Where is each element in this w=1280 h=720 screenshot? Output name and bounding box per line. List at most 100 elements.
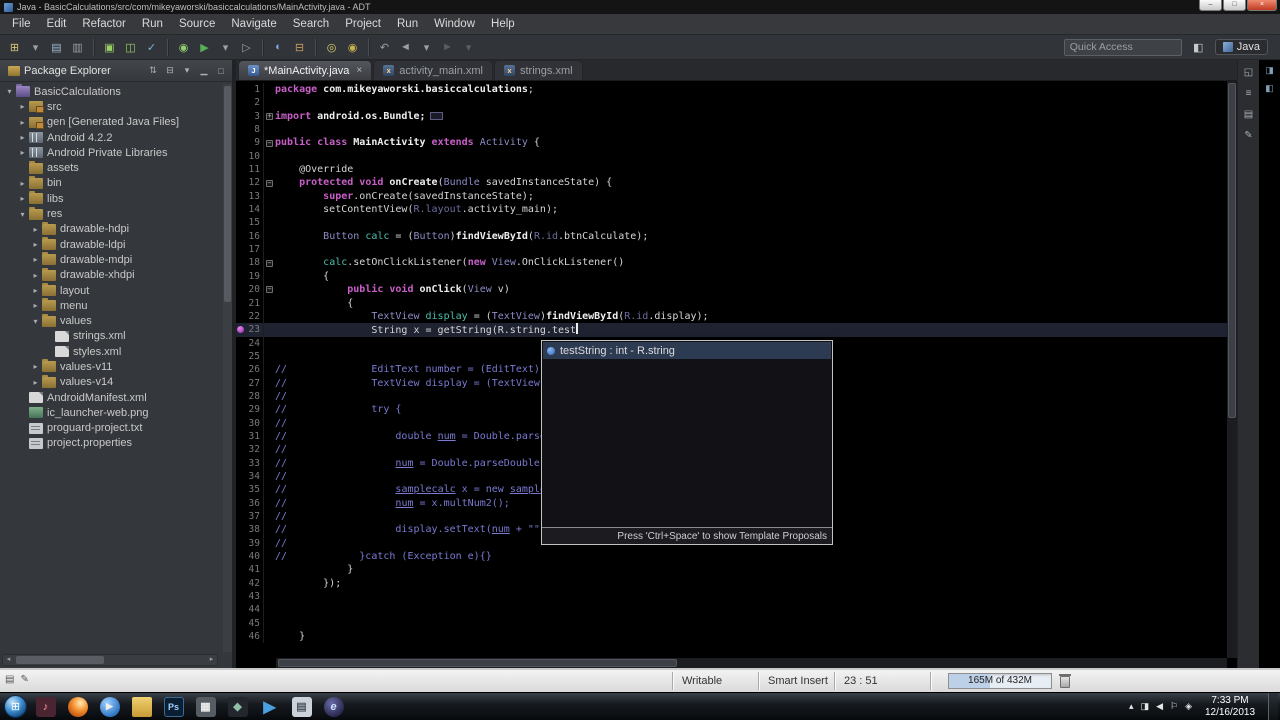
focus-icon[interactable]: ⇅ bbox=[146, 64, 160, 78]
fold-margin[interactable] bbox=[264, 523, 275, 536]
breakpoint-margin[interactable] bbox=[236, 190, 245, 203]
breakpoint-margin[interactable] bbox=[236, 150, 245, 163]
fold-margin[interactable]: − bbox=[264, 283, 275, 296]
breakpoint-margin[interactable] bbox=[236, 563, 245, 576]
fold-margin[interactable] bbox=[264, 323, 275, 336]
fold-expanded-icon[interactable]: − bbox=[266, 259, 273, 267]
fold-margin[interactable] bbox=[264, 190, 275, 203]
search-icon[interactable]: ◉ bbox=[343, 38, 362, 57]
breakpoint-margin[interactable] bbox=[236, 510, 245, 523]
fold-margin[interactable] bbox=[264, 363, 275, 376]
breakpoint-margin[interactable] bbox=[236, 230, 245, 243]
quick-access-input[interactable]: Quick Access bbox=[1063, 38, 1182, 56]
taskbar-folder-icon[interactable] bbox=[129, 695, 154, 719]
menu-help[interactable]: Help bbox=[483, 14, 523, 34]
fold-margin[interactable] bbox=[264, 377, 275, 390]
fold-margin[interactable] bbox=[264, 430, 275, 443]
fold-margin[interactable] bbox=[264, 163, 275, 176]
package-explorer-vscrollbar[interactable] bbox=[223, 84, 232, 652]
menu-refactor[interactable]: Refactor bbox=[74, 14, 133, 34]
editor-vscrollbar[interactable] bbox=[1227, 81, 1237, 658]
fold-margin[interactable] bbox=[264, 617, 275, 630]
templates-view-icon[interactable]: ✎ bbox=[1241, 128, 1256, 143]
start-button[interactable]: ⊞ bbox=[4, 695, 27, 718]
code-line-text[interactable]: String x = getString(R.string.test bbox=[275, 323, 1227, 336]
tree-collapsed-arrow-icon[interactable]: ▸ bbox=[17, 133, 28, 142]
code-line-text[interactable] bbox=[275, 96, 1227, 109]
code-line-text[interactable]: { bbox=[275, 270, 1227, 283]
split-editor-icon[interactable]: ◧ bbox=[1263, 82, 1276, 95]
new-class-icon[interactable]: ◐ bbox=[269, 38, 288, 57]
network-icon[interactable]: ◨ bbox=[1141, 701, 1150, 712]
tree-collapsed-arrow-icon[interactable]: ▸ bbox=[30, 378, 41, 387]
tree-item-drawable-xhdpi[interactable]: ▸ drawable-xhdpi bbox=[0, 267, 222, 283]
task-list-icon[interactable]: ▤ bbox=[1241, 107, 1256, 122]
run-icon[interactable]: ▶ bbox=[195, 38, 214, 57]
scroll-left-icon[interactable]: ◂ bbox=[3, 655, 14, 665]
menu-file[interactable]: File bbox=[4, 14, 39, 34]
breakpoint-margin[interactable] bbox=[236, 350, 245, 363]
tree-item-project-properties[interactable]: project.properties bbox=[0, 436, 222, 451]
open-perspective-icon[interactable]: ◧ bbox=[1189, 38, 1208, 57]
fold-margin[interactable] bbox=[264, 497, 275, 510]
taskbar-notes-icon[interactable]: ▤ bbox=[289, 695, 314, 719]
taskbar-clock[interactable]: 7:33 PM 12/16/2013 bbox=[1199, 695, 1261, 719]
tree-item-src[interactable]: ▸ src bbox=[0, 99, 222, 114]
open-element-icon[interactable]: ◎ bbox=[322, 38, 341, 57]
android-sdk-manager-icon[interactable]: ▣ bbox=[100, 38, 119, 57]
tab-close-icon[interactable]: × bbox=[356, 65, 362, 76]
breakpoint-margin[interactable] bbox=[236, 443, 245, 456]
menu-project[interactable]: Project bbox=[337, 14, 389, 34]
menu-edit[interactable]: Edit bbox=[39, 14, 75, 34]
fold-margin[interactable]: − bbox=[264, 176, 275, 189]
breakpoint-margin[interactable] bbox=[236, 176, 245, 189]
editor-hscrollbar[interactable] bbox=[276, 658, 1227, 668]
view-menu-icon[interactable]: ▾ bbox=[180, 64, 194, 78]
taskbar-tools-icon[interactable]: ▦ bbox=[193, 695, 218, 719]
code-line-text[interactable]: }); bbox=[275, 577, 1227, 590]
menu-run[interactable]: Run bbox=[389, 14, 426, 34]
collapsed-region-icon[interactable] bbox=[429, 111, 443, 120]
maximize-view-icon[interactable]: □ bbox=[214, 64, 228, 78]
breakpoint-margin[interactable] bbox=[236, 483, 245, 496]
save-icon[interactable]: ▤ bbox=[47, 38, 66, 57]
collapse-all-icon[interactable]: ⊟ bbox=[163, 64, 177, 78]
debug-icon[interactable]: ◉ bbox=[174, 38, 193, 57]
code-line-text[interactable]: public class MainActivity extends Activi… bbox=[275, 136, 1227, 149]
fold-margin[interactable] bbox=[264, 270, 275, 283]
tree-item-drawable-ldpi[interactable]: ▸ drawable-ldpi bbox=[0, 237, 222, 252]
code-line-text[interactable]: super.onCreate(savedInstanceState); bbox=[275, 190, 1227, 203]
code-line-text[interactable]: calc.setOnClickListener(new View.OnClick… bbox=[275, 256, 1227, 269]
fold-margin[interactable] bbox=[264, 216, 275, 229]
code-line-text[interactable]: public void onClick(View v) bbox=[275, 283, 1227, 296]
code-line-text[interactable] bbox=[275, 603, 1227, 616]
fold-margin[interactable] bbox=[264, 230, 275, 243]
tree-item-bin[interactable]: ▸ bin bbox=[0, 175, 222, 191]
menu-window[interactable]: Window bbox=[426, 14, 483, 34]
code-line-text[interactable]: import android.os.Bundle; bbox=[275, 110, 1227, 123]
tree-collapsed-arrow-icon[interactable]: ▸ bbox=[30, 255, 41, 264]
fold-margin[interactable] bbox=[264, 297, 275, 310]
tree-collapsed-arrow-icon[interactable]: ▸ bbox=[30, 286, 41, 295]
code-line-text[interactable]: package com.mikeyaworski.basiccalculatio… bbox=[275, 83, 1227, 96]
fold-margin[interactable]: + bbox=[264, 110, 275, 123]
breakpoint-margin[interactable] bbox=[236, 537, 245, 550]
breakpoint-margin[interactable] bbox=[236, 110, 245, 123]
tree-collapsed-arrow-icon[interactable]: ▸ bbox=[17, 118, 28, 127]
taskbar-firefox-icon[interactable] bbox=[65, 695, 90, 719]
fold-margin[interactable] bbox=[264, 550, 275, 563]
maximize-button[interactable]: □ bbox=[1223, 0, 1246, 11]
code-line-text[interactable]: @Override bbox=[275, 163, 1227, 176]
breakpoint-margin[interactable] bbox=[236, 457, 245, 470]
print-icon[interactable]: ▥ bbox=[68, 38, 87, 57]
editor-list-icon[interactable]: ◨ bbox=[1263, 64, 1276, 77]
breakpoint-margin[interactable] bbox=[236, 163, 245, 176]
run-dropdown-icon[interactable]: ▾ bbox=[216, 38, 235, 57]
autocomplete-item[interactable]: testString : int - R.string bbox=[543, 342, 831, 359]
tree-collapsed-arrow-icon[interactable]: ▸ bbox=[30, 362, 41, 371]
menu-run[interactable]: Run bbox=[134, 14, 171, 34]
breakpoint-margin[interactable] bbox=[236, 377, 245, 390]
taskbar-wmp-icon[interactable]: ▶ bbox=[97, 695, 122, 719]
fold-margin[interactable] bbox=[264, 310, 275, 323]
code-line-text[interactable] bbox=[275, 150, 1227, 163]
